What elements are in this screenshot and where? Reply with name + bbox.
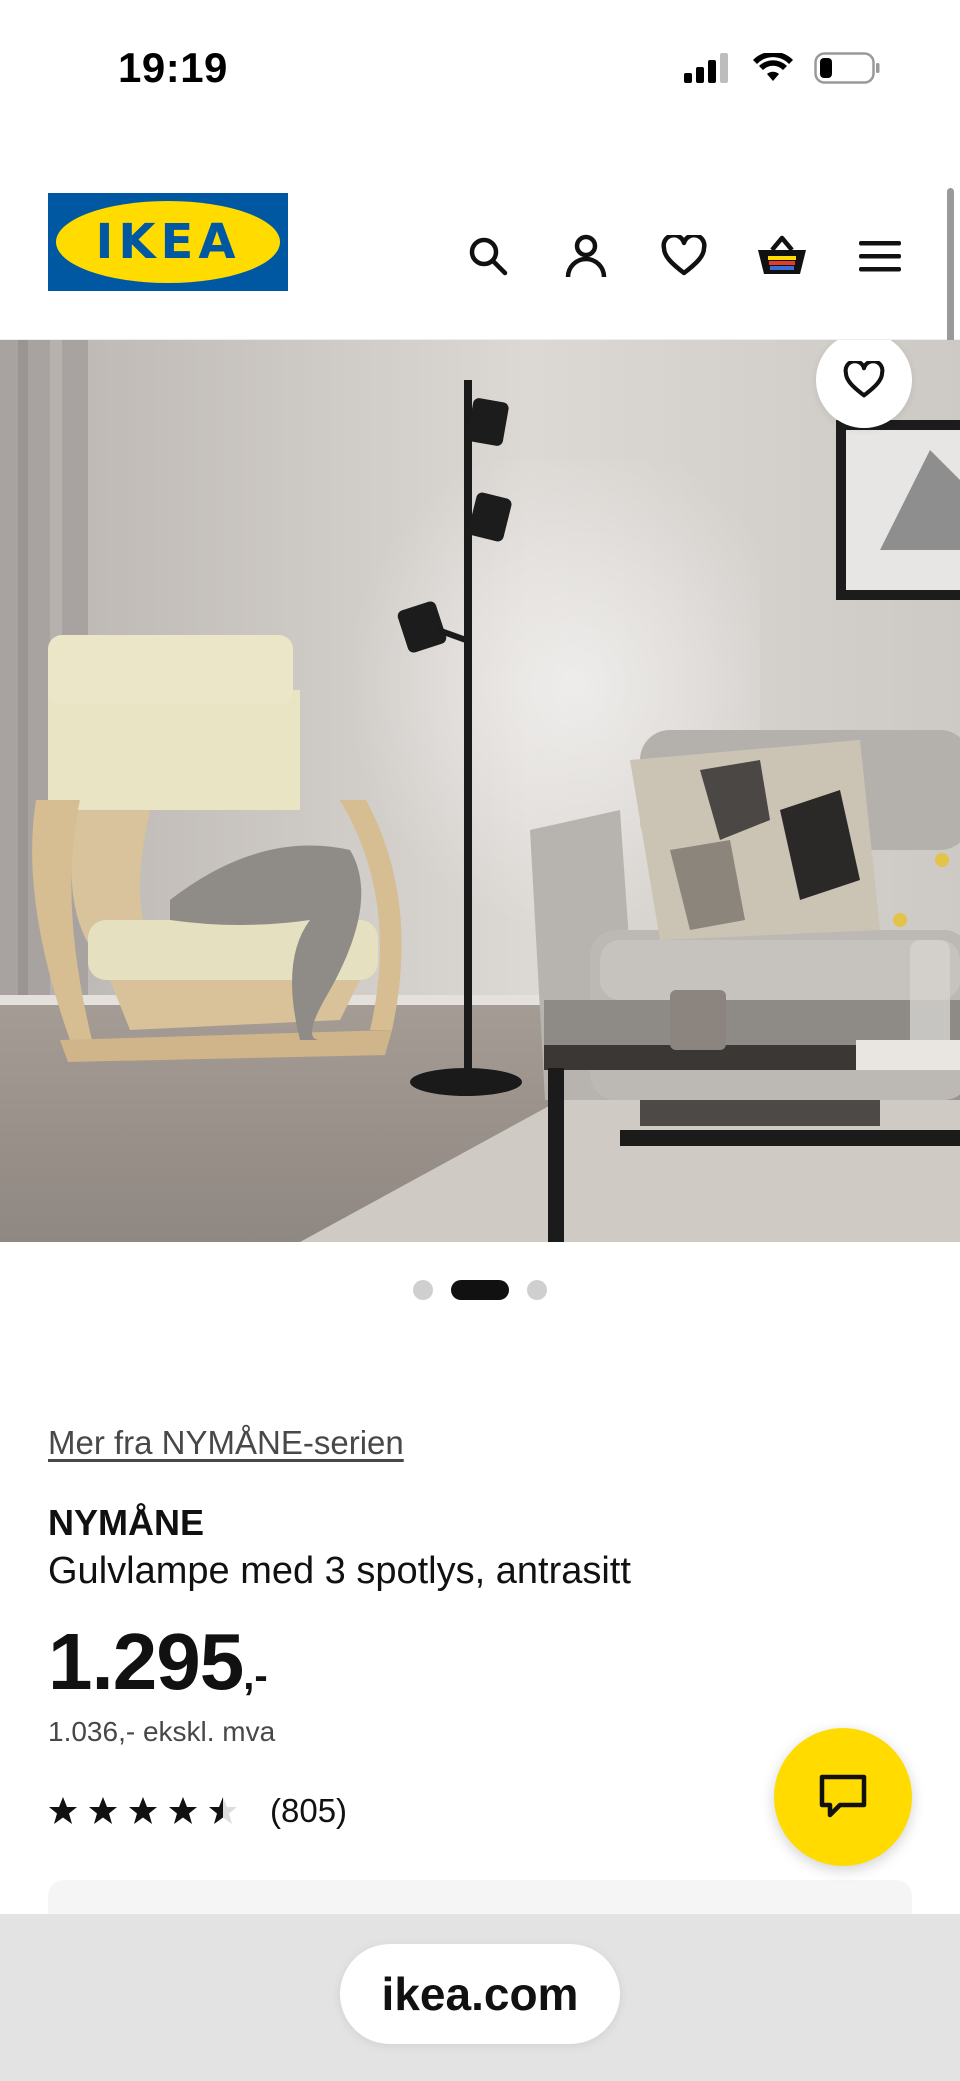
favourites-button[interactable] [642, 214, 726, 298]
carousel-dot-3[interactable] [527, 1280, 547, 1300]
status-icons [684, 52, 880, 84]
product-description: Gulvlampe med 3 spotlys, antrasitt [48, 1550, 631, 1592]
price-main: 1.295 [48, 1617, 244, 1706]
header-nav [446, 214, 922, 298]
search-icon [469, 237, 508, 276]
menu-button[interactable] [838, 214, 922, 298]
account-icon [565, 234, 607, 278]
rating-count: (805) [270, 1792, 348, 1829]
star-icon [129, 1797, 157, 1824]
heart-icon [661, 235, 707, 276]
basket-icon [758, 235, 806, 274]
site-header: IKEA [0, 190, 960, 340]
star-icon [49, 1797, 77, 1824]
chat-icon [819, 1774, 867, 1818]
product-image-carousel[interactable] [0, 340, 960, 1242]
product-rating[interactable]: (805) [48, 1792, 347, 1830]
basket-button[interactable] [740, 214, 824, 298]
product-photo [0, 340, 960, 1242]
price-suffix: ,- [243, 1654, 268, 1698]
carousel-dot-1[interactable] [413, 1280, 433, 1300]
scroll-indicator[interactable] [947, 188, 954, 348]
menu-icon [859, 241, 901, 272]
logo-oval: IKEA [56, 201, 280, 283]
battery-icon [814, 52, 880, 84]
ikea-logo[interactable]: IKEA [48, 193, 288, 291]
chat-button[interactable] [774, 1728, 912, 1866]
product-price: 1.295 ,- [48, 1616, 268, 1708]
price-excluding-vat: 1.036,- ekskl. mva [48, 1716, 276, 1747]
series-link[interactable]: Mer fra NYMÅNE-serien [48, 1424, 404, 1462]
address-bar[interactable]: ikea.com [340, 1944, 620, 2044]
product-name: NYMÅNE [48, 1502, 205, 1543]
browser-bar: ikea.com [0, 1914, 960, 2081]
carousel-dot-2[interactable] [451, 1280, 509, 1300]
status-time: 19:19 [118, 44, 228, 91]
carousel-dots [0, 1280, 960, 1300]
star-icon [209, 1797, 237, 1824]
star-icon [169, 1797, 197, 1824]
status-bar: 19:19 [0, 0, 960, 140]
logo-text: IKEA [95, 214, 241, 270]
star-icon [89, 1797, 117, 1824]
search-button[interactable] [446, 214, 530, 298]
heart-icon [843, 361, 885, 398]
rating-stars [48, 1796, 238, 1826]
wifi-icon [753, 53, 793, 81]
account-button[interactable] [544, 214, 628, 298]
cellular-signal-icon [684, 53, 728, 83]
url-text: ikea.com [381, 1968, 579, 2020]
